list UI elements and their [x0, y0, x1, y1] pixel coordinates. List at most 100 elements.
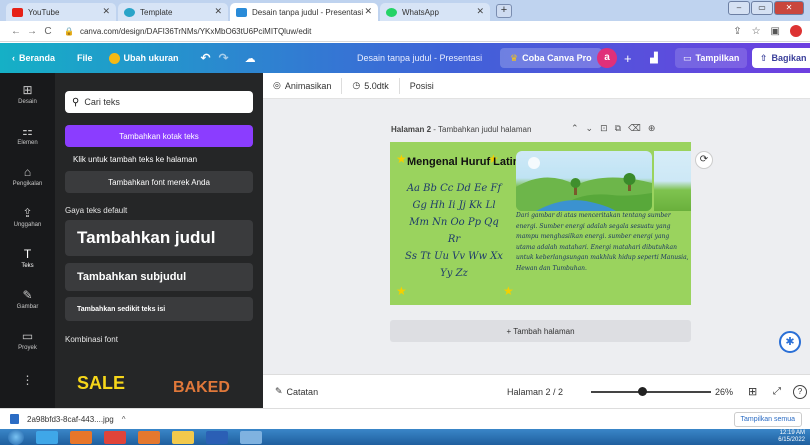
page-title-input[interactable]: Tambahkan judul halaman — [438, 125, 531, 134]
alphabet-line: Aa Bb Cc Dd Ee Ff — [406, 183, 502, 194]
rail-label: Teks — [21, 262, 34, 269]
alphabet-block[interactable]: Aa Bb Cc Dd Ee Ff Gg Hh Ii Jj Kk Ll Mm N… — [404, 180, 504, 282]
tab-whatsapp[interactable]: WhatsApp ✕ — [380, 3, 490, 21]
rail-item-projects[interactable]: ▭ Proyek — [0, 319, 55, 360]
tab-template[interactable]: Template ✕ — [118, 3, 228, 21]
url-field[interactable]: canva.com/design/DAFI36TrNMs/YKxMbO63tU6… — [80, 27, 311, 36]
add-subheading-card[interactable]: Tambahkan subjudul — [65, 263, 253, 291]
duplicate-icon[interactable]: ⧉ — [615, 123, 628, 133]
close-icon[interactable]: ✕ — [476, 6, 484, 17]
animate-button[interactable]: ◎ Animasikan — [273, 80, 331, 91]
ie-icon[interactable] — [36, 430, 58, 444]
forward-icon[interactable]: → — [24, 26, 40, 37]
zoom-slider-knob[interactable] — [638, 387, 647, 396]
close-window-button[interactable]: ✕ — [774, 1, 804, 15]
lock-page-icon[interactable]: ⊡ — [600, 123, 615, 133]
resize-button[interactable]: Ubah ukuran — [108, 52, 179, 64]
media-player-icon[interactable] — [138, 430, 160, 444]
try-pro-button[interactable]: ♛ Coba Canva Pro — [500, 48, 602, 68]
landscape-image[interactable] — [516, 151, 652, 211]
file-menu-button[interactable]: File — [77, 53, 93, 63]
add-brand-font-button[interactable]: Tambahkan font merek Anda — [65, 171, 253, 193]
canva-header: ‹ Beranda File Ubah ukuran ↶ ↷ ☁ Desain … — [0, 43, 810, 73]
rail-item-apps[interactable]: ⋮ — [0, 360, 55, 401]
fullscreen-icon[interactable]: ⤢ — [773, 386, 781, 397]
present-icon: ▭ — [683, 52, 692, 63]
document-title[interactable]: Desain tanpa judul - Presentasi — [357, 53, 482, 63]
paint-icon[interactable] — [240, 430, 262, 444]
slide-title[interactable]: Mengenal Huruf Latin — [407, 156, 519, 168]
undo-icon[interactable]: ↶ — [201, 51, 211, 65]
show-all-downloads-button[interactable]: Tampilkan semua — [733, 411, 802, 427]
draw-icon: ✎ — [22, 287, 33, 302]
duration-button[interactable]: ◷ 5.0dtk — [352, 80, 388, 91]
rail-item-elements[interactable]: ⚏ Elemen — [0, 114, 55, 155]
close-icon[interactable]: ✕ — [102, 6, 110, 17]
home-button[interactable]: ‹ Beranda — [12, 53, 55, 63]
editor-area: ◎ Animasikan ◷ 5.0dtk Posisi Halaman 2 -… — [263, 73, 810, 408]
slide-canvas[interactable]: ★ ★ ★ ★ Mengenal Huruf Latin Aa Bb Cc Dd… — [390, 142, 691, 305]
add-page-button[interactable]: + Tambah halaman — [390, 320, 691, 342]
download-file-name[interactable]: 2a98bfd3-8caf-443....jpg — [27, 415, 114, 424]
present-label: Tampilkan — [695, 53, 740, 63]
magic-assistant-icon[interactable]: ✱ — [779, 331, 801, 353]
share-button[interactable]: ⇧ Bagikan — [752, 48, 810, 68]
redo-icon[interactable]: ↷ — [219, 51, 229, 65]
close-icon[interactable]: ✕ — [364, 6, 372, 17]
notes-button[interactable]: ✎ Catatan — [275, 386, 318, 397]
page-indicator[interactable]: Halaman 2 / 2 — [507, 387, 563, 397]
new-tab-button[interactable]: + — [496, 4, 512, 18]
present-button[interactable]: ▭ Tampilkan — [675, 48, 748, 68]
zoom-value[interactable]: 26% — [715, 387, 733, 397]
tab-youtube[interactable]: YouTube ✕ — [6, 3, 116, 21]
system-clock[interactable]: 12:19 AM 6/15/2022 — [778, 430, 805, 444]
alphabet-line: Gg Hh Ii Jj Kk Ll — [412, 200, 496, 211]
rail-item-design[interactable]: ⊞ Desain — [0, 73, 55, 114]
user-avatar[interactable]: a — [597, 48, 617, 68]
chrome-icon[interactable] — [104, 430, 126, 444]
start-button[interactable] — [8, 429, 24, 445]
profile-avatar[interactable] — [790, 25, 802, 37]
add-page-icon[interactable]: ⊕ — [648, 123, 663, 133]
close-icon[interactable]: ✕ — [214, 6, 222, 17]
cloud-saved-icon[interactable]: ☁ — [245, 52, 256, 65]
insights-icon[interactable]: ▟ — [650, 53, 658, 64]
add-textbox-button[interactable]: Tambahkan kotak teks — [65, 125, 253, 147]
share-page-icon[interactable]: ⇪ — [733, 26, 741, 37]
window-controls: – ▭ ✕ — [728, 1, 804, 15]
page-separator: - — [431, 125, 438, 134]
window-icon[interactable]: ▣ — [771, 26, 780, 37]
regenerate-icon[interactable]: ⟳ — [695, 151, 713, 169]
rail-item-brand[interactable]: ⌂ Pengikalan — [0, 155, 55, 196]
rail-item-text[interactable]: T Teks — [0, 237, 55, 278]
back-icon[interactable]: ← — [8, 26, 24, 37]
search-input[interactable]: ⚲ Cari teks — [65, 91, 253, 113]
position-button[interactable]: Posisi — [410, 81, 434, 91]
rail-label: Unggahan — [13, 221, 42, 228]
side-rail: ⊞ Desain ⚏ Elemen ⌂ Pengikalan ⇪ Unggaha… — [0, 73, 55, 408]
explorer-icon[interactable] — [172, 430, 194, 444]
reload-icon[interactable]: C — [40, 26, 56, 37]
trash-icon[interactable]: ⌫ — [628, 123, 648, 133]
grid-view-icon[interactable]: ⊞ — [748, 385, 757, 398]
lock-icon[interactable]: 🔒 — [64, 27, 74, 36]
add-body-text-card[interactable]: Tambahkan sedikit teks isi — [65, 297, 253, 321]
word-icon[interactable] — [206, 430, 228, 444]
add-heading-card[interactable]: Tambahkan judul — [65, 220, 253, 256]
chevron-up-icon[interactable]: ⌃ — [571, 123, 586, 133]
chevron-up-icon[interactable]: ^ — [122, 415, 126, 424]
bookmark-star-icon[interactable]: ☆ — [752, 26, 761, 37]
minimize-button[interactable]: – — [728, 1, 750, 15]
chevron-down-icon[interactable]: ⌄ — [586, 123, 601, 133]
font-combo-preview[interactable]: SALE BAKED — [65, 369, 255, 405]
invite-plus-button[interactable]: + — [624, 51, 632, 66]
zoom-slider[interactable] — [591, 391, 711, 393]
maximize-button[interactable]: ▭ — [751, 1, 773, 15]
rail-item-uploads[interactable]: ⇪ Unggahan — [0, 196, 55, 237]
help-icon[interactable]: ? — [793, 384, 807, 399]
landscape-image-right[interactable] — [654, 151, 691, 211]
rail-item-draw[interactable]: ✎ Gambar — [0, 278, 55, 319]
firefox-icon[interactable] — [70, 430, 92, 444]
slide-paragraph[interactable]: Dari gambar di atas menceritakan tentang… — [516, 211, 690, 274]
tab-canva-design[interactable]: Desain tanpa judul - Presentasi ✕ — [230, 3, 378, 21]
